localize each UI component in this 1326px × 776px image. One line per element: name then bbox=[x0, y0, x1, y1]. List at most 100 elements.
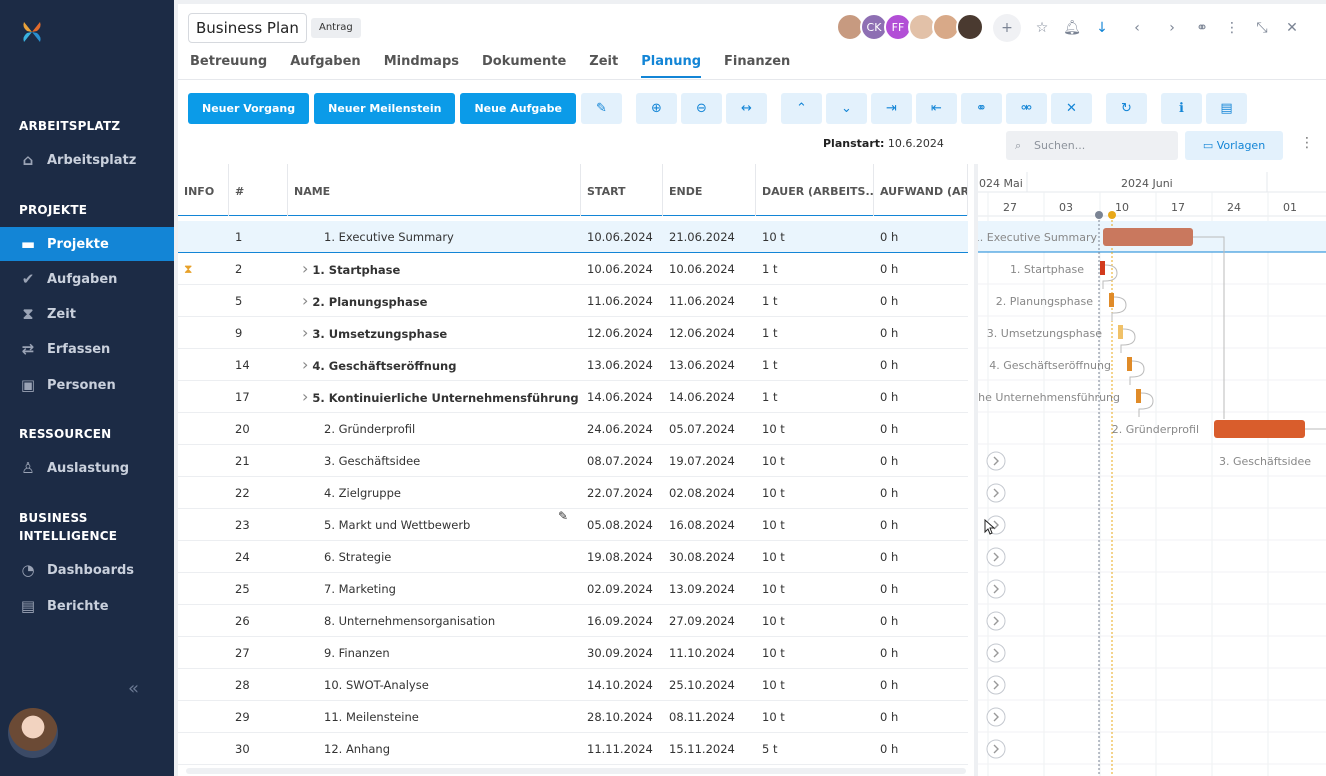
col-name[interactable]: NAME bbox=[288, 164, 581, 216]
cell-name[interactable]: › 5. Kontinuierliche Unternehmensführung bbox=[288, 381, 581, 413]
bell-icon[interactable]: 🔔︎ bbox=[1057, 14, 1087, 42]
sidebar-item-arbeitsplatz[interactable]: ⌂ Arbeitsplatz bbox=[0, 143, 174, 177]
chevron-right-icon[interactable]: › bbox=[1157, 14, 1187, 42]
table-row[interactable]: 22 4. Zielgruppe 22.07.2024 02.08.2024 10 t 0… bbox=[178, 477, 968, 509]
scroll-to-task-icon[interactable] bbox=[986, 643, 1006, 663]
scroll-to-task-icon[interactable] bbox=[986, 707, 1006, 727]
minimize-icon[interactable]: ⤡ bbox=[1247, 14, 1277, 42]
cell-name[interactable]: › 4. Geschäftseröffnung bbox=[288, 349, 581, 381]
cell-name[interactable]: 1. Executive Summary bbox=[288, 221, 581, 253]
user-avatar[interactable] bbox=[8, 708, 58, 758]
close-icon[interactable]: ✕ bbox=[1277, 14, 1307, 42]
refresh-icon[interactable]: ↻ bbox=[1106, 93, 1147, 124]
table-row[interactable]: 29 11. Meilensteine 28.10.2024 08.11.2024 10… bbox=[178, 701, 968, 733]
cell-name[interactable]: 12. Anhang bbox=[288, 733, 581, 765]
list-view-icon[interactable]: ▤ bbox=[1206, 93, 1247, 124]
table-row[interactable]: 28 10. SWOT-Analyse 14.10.2024 25.10.2024 10… bbox=[178, 669, 968, 701]
table-row[interactable]: 21 3. Geschäftsidee 08.07.2024 19.07.2024 10… bbox=[178, 445, 968, 477]
cell-name[interactable]: › 1. Startphase bbox=[288, 253, 581, 285]
double-chevron-left-icon[interactable]: « bbox=[128, 678, 139, 699]
info-icon[interactable]: ℹ bbox=[1161, 93, 1202, 124]
gantt-canvas[interactable]: 2024 Mai 2024 Juni 27 03 10 17 24 01 1. Executiv… bbox=[974, 164, 1326, 776]
fit-width-icon[interactable]: ↔ bbox=[726, 93, 767, 124]
table-row[interactable]: 25 7. Marketing 02.09.2024 13.09.2024 10 t 0 … bbox=[178, 573, 968, 605]
more-vertical-icon[interactable]: ⋮ bbox=[1300, 135, 1314, 151]
indent-icon[interactable]: ⇥ bbox=[871, 93, 912, 124]
table-row[interactable]: 26 8. Unternehmensorganisation 16.09.2024 2… bbox=[178, 605, 968, 637]
chevron-left-icon[interactable]: ‹ bbox=[1117, 14, 1157, 42]
cell-name[interactable]: 7. Marketing bbox=[288, 573, 581, 605]
unpin-icon[interactable]: ✕ bbox=[1051, 93, 1092, 124]
tab-dokumente[interactable]: Dokumente bbox=[482, 54, 566, 78]
new-process-button[interactable]: Neuer Vorgang bbox=[188, 93, 310, 124]
edit-pencil-icon[interactable]: ✎ bbox=[558, 509, 568, 523]
table-row[interactable]: 24 6. Strategie 19.08.2024 30.08.2024 10 t 0 … bbox=[178, 541, 968, 573]
avatar[interactable] bbox=[956, 13, 984, 41]
scroll-to-task-icon[interactable] bbox=[986, 451, 1006, 471]
sidebar-item-personen[interactable]: ▣ Personen bbox=[0, 368, 174, 402]
star-icon[interactable]: ☆ bbox=[1027, 14, 1057, 42]
sidebar-item-auslastung[interactable]: ♙ Auslastung bbox=[0, 451, 174, 485]
scroll-to-task-icon[interactable] bbox=[986, 547, 1006, 567]
zoom-out-icon[interactable]: ⊖ bbox=[681, 93, 722, 124]
link-icon[interactable]: ⚭ bbox=[1187, 14, 1217, 42]
col-info[interactable]: INFO bbox=[178, 164, 229, 216]
new-task-button[interactable]: Neue Aufgabe bbox=[460, 93, 576, 124]
app-logo-icon[interactable] bbox=[21, 19, 43, 45]
collapse-all-icon[interactable]: ⌃ bbox=[781, 93, 822, 124]
tab-finanzen[interactable]: Finanzen bbox=[724, 54, 790, 78]
sidebar-item-zeit[interactable]: ⧗ Zeit bbox=[0, 297, 174, 331]
expand-chevron-icon[interactable]: › bbox=[302, 259, 308, 278]
scroll-to-task-icon[interactable] bbox=[986, 611, 1006, 631]
expand-chevron-icon[interactable]: › bbox=[302, 291, 308, 310]
outdent-icon[interactable]: ⇤ bbox=[916, 93, 957, 124]
cell-name[interactable]: 2. Gründerprofil bbox=[288, 413, 581, 445]
col-effort[interactable]: AUFWAND (ARE bbox=[874, 164, 968, 216]
add-member-icon[interactable]: + bbox=[993, 14, 1021, 42]
arrow-down-icon[interactable]: ↓ bbox=[1087, 14, 1117, 42]
tab-zeit[interactable]: Zeit bbox=[589, 54, 618, 78]
expand-chevron-icon[interactable]: › bbox=[302, 355, 308, 374]
col-end[interactable]: ENDE bbox=[663, 164, 756, 216]
sidebar-item-berichte[interactable]: ▤ Berichte bbox=[0, 589, 174, 623]
table-row[interactable]: 9 › 3. Umsetzungsphase 12.06.2024 12.06.2024… bbox=[178, 317, 968, 349]
sidebar-item-aufgaben[interactable]: ✔ Aufgaben bbox=[0, 262, 174, 296]
cell-name[interactable]: 4. Zielgruppe bbox=[288, 477, 581, 509]
expand-chevron-icon[interactable]: › bbox=[302, 323, 308, 342]
tab-planung[interactable]: Planung bbox=[641, 54, 702, 78]
scroll-to-task-icon[interactable] bbox=[986, 739, 1006, 759]
edit-pencil-icon[interactable]: ✎ bbox=[581, 93, 622, 124]
search-input[interactable]: ⌕ Suchen... bbox=[1006, 131, 1178, 160]
new-milestone-button[interactable]: Neuer Meilenstein bbox=[314, 93, 456, 124]
table-row[interactable]: 27 9. Finanzen 30.09.2024 11.10.2024 10 t 0 h bbox=[178, 637, 968, 669]
col-duration[interactable]: DAUER (ARBEITS... bbox=[756, 164, 874, 216]
table-row[interactable]: ⧗ 2 › 1. Startphase 10.06.2024 10.06.2024 1 t 0… bbox=[178, 253, 968, 285]
table-row[interactable]: 14 › 4. Geschäftseröffnung 13.06.2024 13.06.… bbox=[178, 349, 968, 381]
cell-name[interactable]: 8. Unternehmensorganisation bbox=[288, 605, 581, 637]
templates-button[interactable]: ▭ Vorlagen bbox=[1185, 131, 1283, 160]
zoom-in-icon[interactable]: ⊕ bbox=[636, 93, 677, 124]
table-row[interactable]: 30 12. Anhang 11.11.2024 15.11.2024 5 t 0 h bbox=[178, 733, 968, 765]
cell-name[interactable]: › 3. Umsetzungsphase bbox=[288, 317, 581, 349]
cell-name[interactable]: 5. Markt und Wettbewerb bbox=[288, 509, 581, 541]
col-id[interactable]: # bbox=[229, 164, 288, 216]
project-title[interactable]: Business Plan bbox=[188, 13, 307, 43]
sidebar-item-projekte[interactable]: ▬ Projekte bbox=[0, 227, 174, 261]
tab-betreuung[interactable]: Betreuung bbox=[190, 54, 267, 78]
sidebar-item-erfassen[interactable]: ⇄ Erfassen bbox=[0, 332, 174, 366]
scroll-to-task-icon[interactable] bbox=[986, 579, 1006, 599]
cell-name[interactable]: 10. SWOT-Analyse bbox=[288, 669, 581, 701]
cell-name[interactable]: 3. Geschäftsidee bbox=[288, 445, 581, 477]
expand-all-icon[interactable]: ⌄ bbox=[826, 93, 867, 124]
expand-chevron-icon[interactable]: › bbox=[302, 387, 308, 406]
table-row[interactable]: 5 › 2. Planungsphase 11.06.2024 11.06.2024 1 … bbox=[178, 285, 968, 317]
table-row[interactable]: 20 2. Gründerprofil 24.06.2024 05.07.2024 10… bbox=[178, 413, 968, 445]
table-row[interactable]: 17 › 5. Kontinuierliche Unternehmensführun… bbox=[178, 381, 968, 413]
table-row[interactable]: 23 5. Markt und Wettbewerb ✎ 05.08.2024 16.0… bbox=[178, 509, 968, 541]
tab-mindmaps[interactable]: Mindmaps bbox=[384, 54, 459, 78]
cell-name[interactable]: 6. Strategie bbox=[288, 541, 581, 573]
table-row[interactable]: 1 1. Executive Summary 10.06.2024 21.06.202… bbox=[178, 221, 968, 253]
horizontal-scrollbar[interactable] bbox=[186, 768, 966, 774]
tab-aufgaben[interactable]: Aufgaben bbox=[290, 54, 360, 78]
link-tasks-icon[interactable]: ⚭ bbox=[961, 93, 1002, 124]
